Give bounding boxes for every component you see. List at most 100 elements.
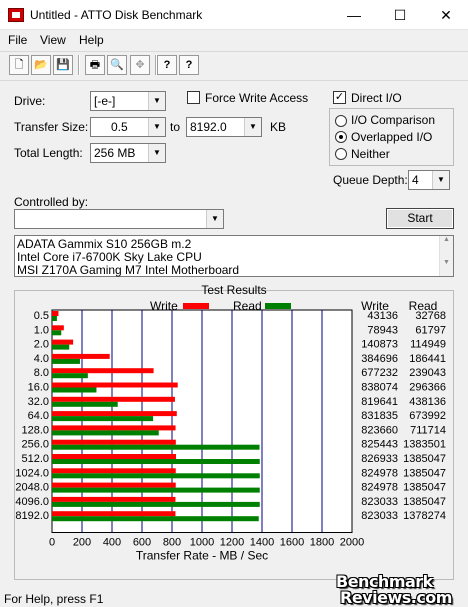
- print-icon[interactable]: 🖶: [85, 55, 105, 75]
- transfer-size-to-value: 8192.0: [190, 120, 227, 134]
- context-help-icon[interactable]: ?: [179, 55, 199, 75]
- write-value: 831835: [361, 410, 398, 422]
- menu-view[interactable]: View: [40, 33, 66, 47]
- chevron-down-icon: ▼: [432, 171, 449, 189]
- queue-depth-label: Queue Depth:: [333, 173, 408, 187]
- read-value: 1385047: [403, 453, 446, 465]
- value-columns: 43136 32768 78943 61797 140873 114949 384696 18…: [361, 310, 446, 522]
- description-textarea[interactable]: ADATA Gammix S10 256GB m.2 Intel Core i7…: [14, 235, 454, 277]
- chevron-down-icon: ▼: [148, 144, 165, 162]
- window-title: Untitled - ATTO Disk Benchmark: [30, 8, 203, 22]
- direct-io-label: Direct I/O: [351, 91, 402, 105]
- chevron-down-icon: ▼: [244, 118, 261, 136]
- x-tick-label: 400: [103, 537, 121, 549]
- total-length-select[interactable]: 256 MB ▼: [90, 143, 166, 163]
- help-icon[interactable]: ?: [157, 55, 177, 75]
- write-value: 826933: [361, 453, 398, 465]
- force-write-checkbox[interactable]: [187, 91, 200, 104]
- x-tick-label: 1200: [220, 537, 244, 549]
- y-tick-label: 512.0: [21, 453, 49, 465]
- x-tick-label: 600: [133, 537, 151, 549]
- x-tick-label: 2000: [340, 537, 364, 549]
- y-tick-label: 2.0: [34, 339, 49, 351]
- read-bar: [52, 444, 260, 450]
- new-file-icon[interactable]: 🗋: [9, 55, 29, 75]
- y-tick-label: 8192.0: [15, 510, 49, 522]
- drive-select[interactable]: [-e-] ▼: [90, 91, 166, 111]
- write-value: 825443: [361, 439, 398, 451]
- write-value: 140873: [361, 339, 398, 351]
- controlled-by-select[interactable]: ▼: [14, 209, 224, 229]
- read-legend-swatch: [265, 303, 291, 309]
- write-value: 824978: [361, 467, 398, 479]
- transfer-size-from-value: 0.5: [111, 120, 128, 134]
- read-value: 438136: [409, 396, 446, 408]
- controlled-by-label: Controlled by:: [14, 195, 89, 209]
- radio-overlapped-io[interactable]: [335, 131, 347, 143]
- close-button[interactable]: ✕: [424, 0, 468, 30]
- open-folder-icon[interactable]: 📂: [31, 55, 51, 75]
- read-value: 32768: [415, 310, 446, 322]
- write-bar: [52, 339, 74, 345]
- transfer-size-from-select[interactable]: 0.5 ▼: [90, 117, 166, 137]
- x-tick-label: 0: [49, 537, 55, 549]
- read-bar: [52, 473, 260, 479]
- total-length-label: Total Length:: [14, 146, 83, 160]
- neither-label: Neither: [351, 147, 390, 161]
- move-icon[interactable]: ✥: [130, 55, 150, 75]
- radio-io-comparison[interactable]: [335, 115, 347, 127]
- transfer-size-to-select[interactable]: 8192.0 ▼: [186, 117, 262, 137]
- read-bar: [52, 387, 97, 393]
- write-value: 43136: [367, 310, 398, 322]
- transfer-size-to-label: to: [170, 120, 181, 134]
- test-results-title: Test Results: [201, 283, 266, 297]
- y-tick-label: 1.0: [34, 324, 49, 336]
- app-icon: [8, 8, 24, 22]
- x-tick-label: 800: [163, 537, 181, 549]
- queue-depth-value: 4: [412, 173, 419, 187]
- description-scrollbar[interactable]: ▲ ▼: [439, 236, 453, 276]
- write-value: 384696: [361, 353, 398, 365]
- radio-neither[interactable]: [335, 148, 347, 160]
- write-bar: [52, 496, 176, 502]
- drive-label: Drive:: [14, 94, 46, 108]
- watermark-logo: Benchmark Reviews.com: [332, 570, 468, 607]
- minimize-button[interactable]: —: [332, 0, 376, 30]
- read-bar: [52, 487, 260, 493]
- read-bar: [52, 330, 62, 336]
- maximize-button[interactable]: ☐: [378, 0, 422, 30]
- transfer-size-label: Transfer Size:: [14, 120, 89, 134]
- read-bar: [52, 516, 259, 522]
- read-bar: [52, 401, 118, 407]
- chevron-down-icon: ▼: [148, 118, 165, 136]
- y-tick-label: 0.5: [34, 310, 49, 322]
- print-preview-icon[interactable]: 🔍: [107, 55, 127, 75]
- menu-file[interactable]: File: [8, 33, 27, 47]
- description-line: MSI Z170A Gaming M7 Intel Motherboard: [17, 263, 240, 277]
- read-bar: [52, 459, 260, 464]
- y-tick-label: 4.0: [34, 353, 49, 365]
- y-tick-label: 16.0: [28, 382, 49, 394]
- menu-help[interactable]: Help: [79, 33, 104, 47]
- write-bar: [52, 396, 175, 402]
- direct-io-checkbox[interactable]: ✓: [333, 91, 346, 104]
- save-icon[interactable]: 💾: [53, 55, 73, 75]
- read-bar: [52, 430, 159, 436]
- y-tick-label: 4096.0: [15, 496, 49, 508]
- y-tick-label: 64.0: [28, 410, 49, 422]
- read-bar: [52, 373, 88, 379]
- write-value: 824978: [361, 482, 398, 494]
- overlapped-io-label: Overlapped I/O: [351, 130, 433, 144]
- read-value: 673992: [409, 410, 446, 422]
- read-bar: [52, 316, 57, 321]
- read-value: 296366: [409, 382, 446, 394]
- read-bar: [52, 416, 154, 422]
- y-tick-labels: 0.5 1.0 2.0 4.0 8.0 16.0 32.0 64.0 128.0 256.0 512…: [15, 310, 49, 522]
- start-button[interactable]: Start: [386, 208, 454, 229]
- write-bar: [52, 368, 154, 374]
- read-value: 186441: [409, 353, 446, 365]
- x-tick-label: 1800: [310, 537, 334, 549]
- write-bar: [52, 311, 59, 316]
- read-bar: [52, 358, 80, 364]
- queue-depth-select[interactable]: 4 ▼: [408, 170, 450, 190]
